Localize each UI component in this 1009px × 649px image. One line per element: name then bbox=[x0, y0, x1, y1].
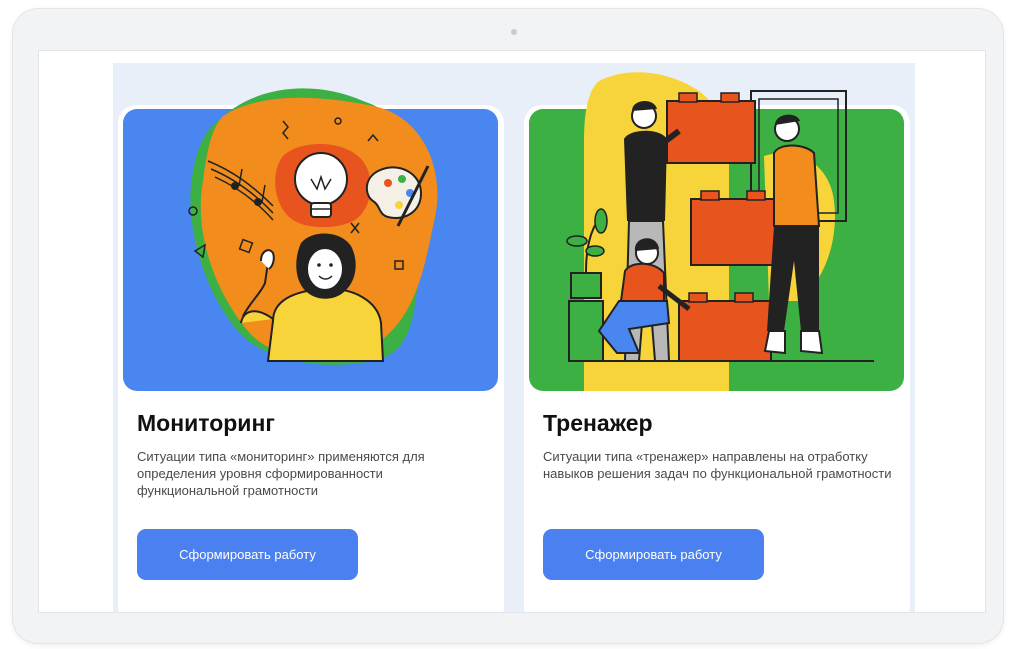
trainer-illustration bbox=[529, 72, 904, 392]
card-description: Ситуации типа «тренажер» направлены на о… bbox=[543, 449, 892, 481]
card-monitoring: Мониторинг Ситуации типа «мониторинг» пр… bbox=[118, 88, 504, 612]
people-stacking-blocks-icon bbox=[566, 72, 874, 392]
laptop-frame: Мониторинг Ситуации типа «мониторинг» пр… bbox=[12, 8, 1004, 644]
camera-dot bbox=[511, 29, 517, 35]
card-title: Тренажер bbox=[543, 410, 653, 436]
card-trainer: Тренажер Ситуации типа «тренажер» направ… bbox=[524, 72, 910, 612]
card-description: Ситуации типа «мониторинг» применяются д… bbox=[137, 449, 425, 498]
card-title: Мониторинг bbox=[137, 410, 275, 436]
create-work-button[interactable]: Сформировать работу bbox=[137, 529, 358, 580]
monitoring-illustration bbox=[123, 88, 498, 391]
create-work-button[interactable]: Сформировать работу bbox=[543, 529, 764, 580]
cards-panel: Мониторинг Ситуации типа «мониторинг» пр… bbox=[113, 63, 915, 612]
laptop-screen: Мониторинг Ситуации типа «мониторинг» пр… bbox=[38, 50, 986, 613]
person-with-lightbulb-icon bbox=[188, 88, 438, 365]
